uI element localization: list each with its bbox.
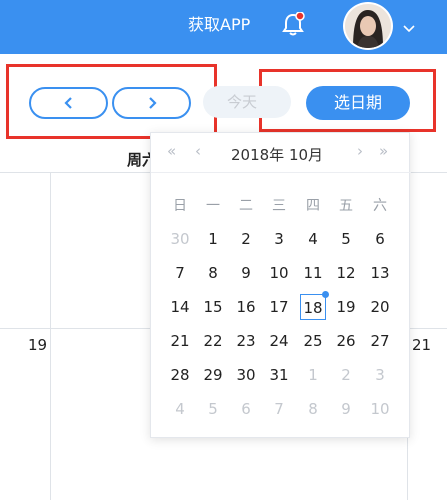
day-cell[interactable]: 16	[233, 294, 259, 320]
day-cell[interactable]: 22	[200, 328, 226, 354]
selected-day[interactable]: 18	[300, 294, 326, 320]
next-month-icon[interactable]: ›	[357, 142, 363, 160]
day-cell[interactable]: 9	[333, 396, 359, 422]
date-picker-popup: « ‹ 2018年 10月 › » 日一二三四五六 30 1 2 3 4 5 6 7 8 9 10 1…	[150, 132, 411, 438]
weekday-label: 五	[339, 198, 353, 214]
day-cell[interactable]: 14	[167, 294, 193, 320]
day-cell[interactable]: 3	[266, 226, 292, 252]
day-cell[interactable]: 6	[233, 396, 259, 422]
day-cell[interactable]: 8	[200, 260, 226, 286]
day-cell[interactable]: 25	[300, 328, 326, 354]
get-app-link[interactable]: 获取APP	[188, 13, 250, 37]
top-bar: 获取APP	[0, 0, 447, 54]
weekday-label: 三	[272, 198, 286, 214]
chevron-right-icon	[148, 97, 157, 109]
next-button[interactable]	[112, 87, 191, 119]
day-cell[interactable]: 30	[233, 362, 259, 388]
day-cell[interactable]: 4	[167, 396, 193, 422]
day-cell[interactable]: 13	[367, 260, 393, 286]
day-cell[interactable]: 1	[200, 226, 226, 252]
day-cell[interactable]: 7	[167, 260, 193, 286]
day-cell[interactable]: 23	[233, 328, 259, 354]
calendar-date-cell[interactable]: 21	[412, 336, 431, 354]
event-dot-icon	[322, 291, 329, 298]
day-cell[interactable]: 2	[233, 226, 259, 252]
day-cell[interactable]: 1	[300, 362, 326, 388]
day-cell[interactable]: 4	[300, 226, 326, 252]
chevron-left-icon	[63, 97, 72, 109]
day-cell[interactable]: 24	[266, 328, 292, 354]
day-cell[interactable]: 11	[300, 260, 326, 286]
grid-divider	[50, 172, 51, 500]
day-cell[interactable]: 17	[266, 294, 292, 320]
day-cell[interactable]: 26	[333, 328, 359, 354]
bell-icon[interactable]	[281, 11, 305, 38]
day-cell[interactable]: 7	[266, 396, 292, 422]
day-cell[interactable]: 27	[367, 328, 393, 354]
today-button[interactable]: 今天	[203, 86, 291, 118]
day-cell[interactable]: 10	[266, 260, 292, 286]
day-cell[interactable]: 6	[367, 226, 393, 252]
day-cell[interactable]: 30	[167, 226, 193, 252]
day-cell[interactable]: 28	[167, 362, 193, 388]
weekday-label: 四	[306, 198, 320, 214]
day-cell[interactable]: 5	[333, 226, 359, 252]
pick-date-button[interactable]: 选日期	[306, 86, 410, 120]
weekday-label: 日	[173, 198, 187, 214]
day-cell[interactable]: 20	[367, 294, 393, 320]
day-cell[interactable]: 3	[367, 362, 393, 388]
prev-year-icon[interactable]: «	[167, 142, 176, 160]
date-picker-header: « ‹ 2018年 10月 › »	[151, 133, 411, 173]
day-cell[interactable]: 29	[200, 362, 226, 388]
day-cell[interactable]: 15	[200, 294, 226, 320]
day-cell[interactable]: 31	[266, 362, 292, 388]
weekday-label: 一	[206, 198, 220, 214]
day-cell[interactable]: 9	[233, 260, 259, 286]
day-cell[interactable]: 19	[333, 294, 359, 320]
day-cell[interactable]: 2	[333, 362, 359, 388]
day-cell[interactable]: 21	[167, 328, 193, 354]
prev-month-icon[interactable]: ‹	[195, 142, 201, 160]
year-month-label[interactable]: 2018年 10月	[231, 144, 323, 165]
day-cell[interactable]: 10	[367, 396, 393, 422]
day-cell[interactable]: 5	[200, 396, 226, 422]
weekday-label: 六	[373, 198, 387, 214]
weekday-label: 二	[239, 198, 253, 214]
prev-button[interactable]	[29, 87, 108, 119]
calendar-date-cell[interactable]: 19	[28, 336, 47, 354]
user-avatar[interactable]	[343, 2, 393, 50]
day-cell[interactable]: 8	[300, 396, 326, 422]
chevron-down-icon[interactable]	[402, 18, 416, 33]
next-year-icon[interactable]: »	[379, 142, 388, 160]
day-cell[interactable]: 12	[333, 260, 359, 286]
